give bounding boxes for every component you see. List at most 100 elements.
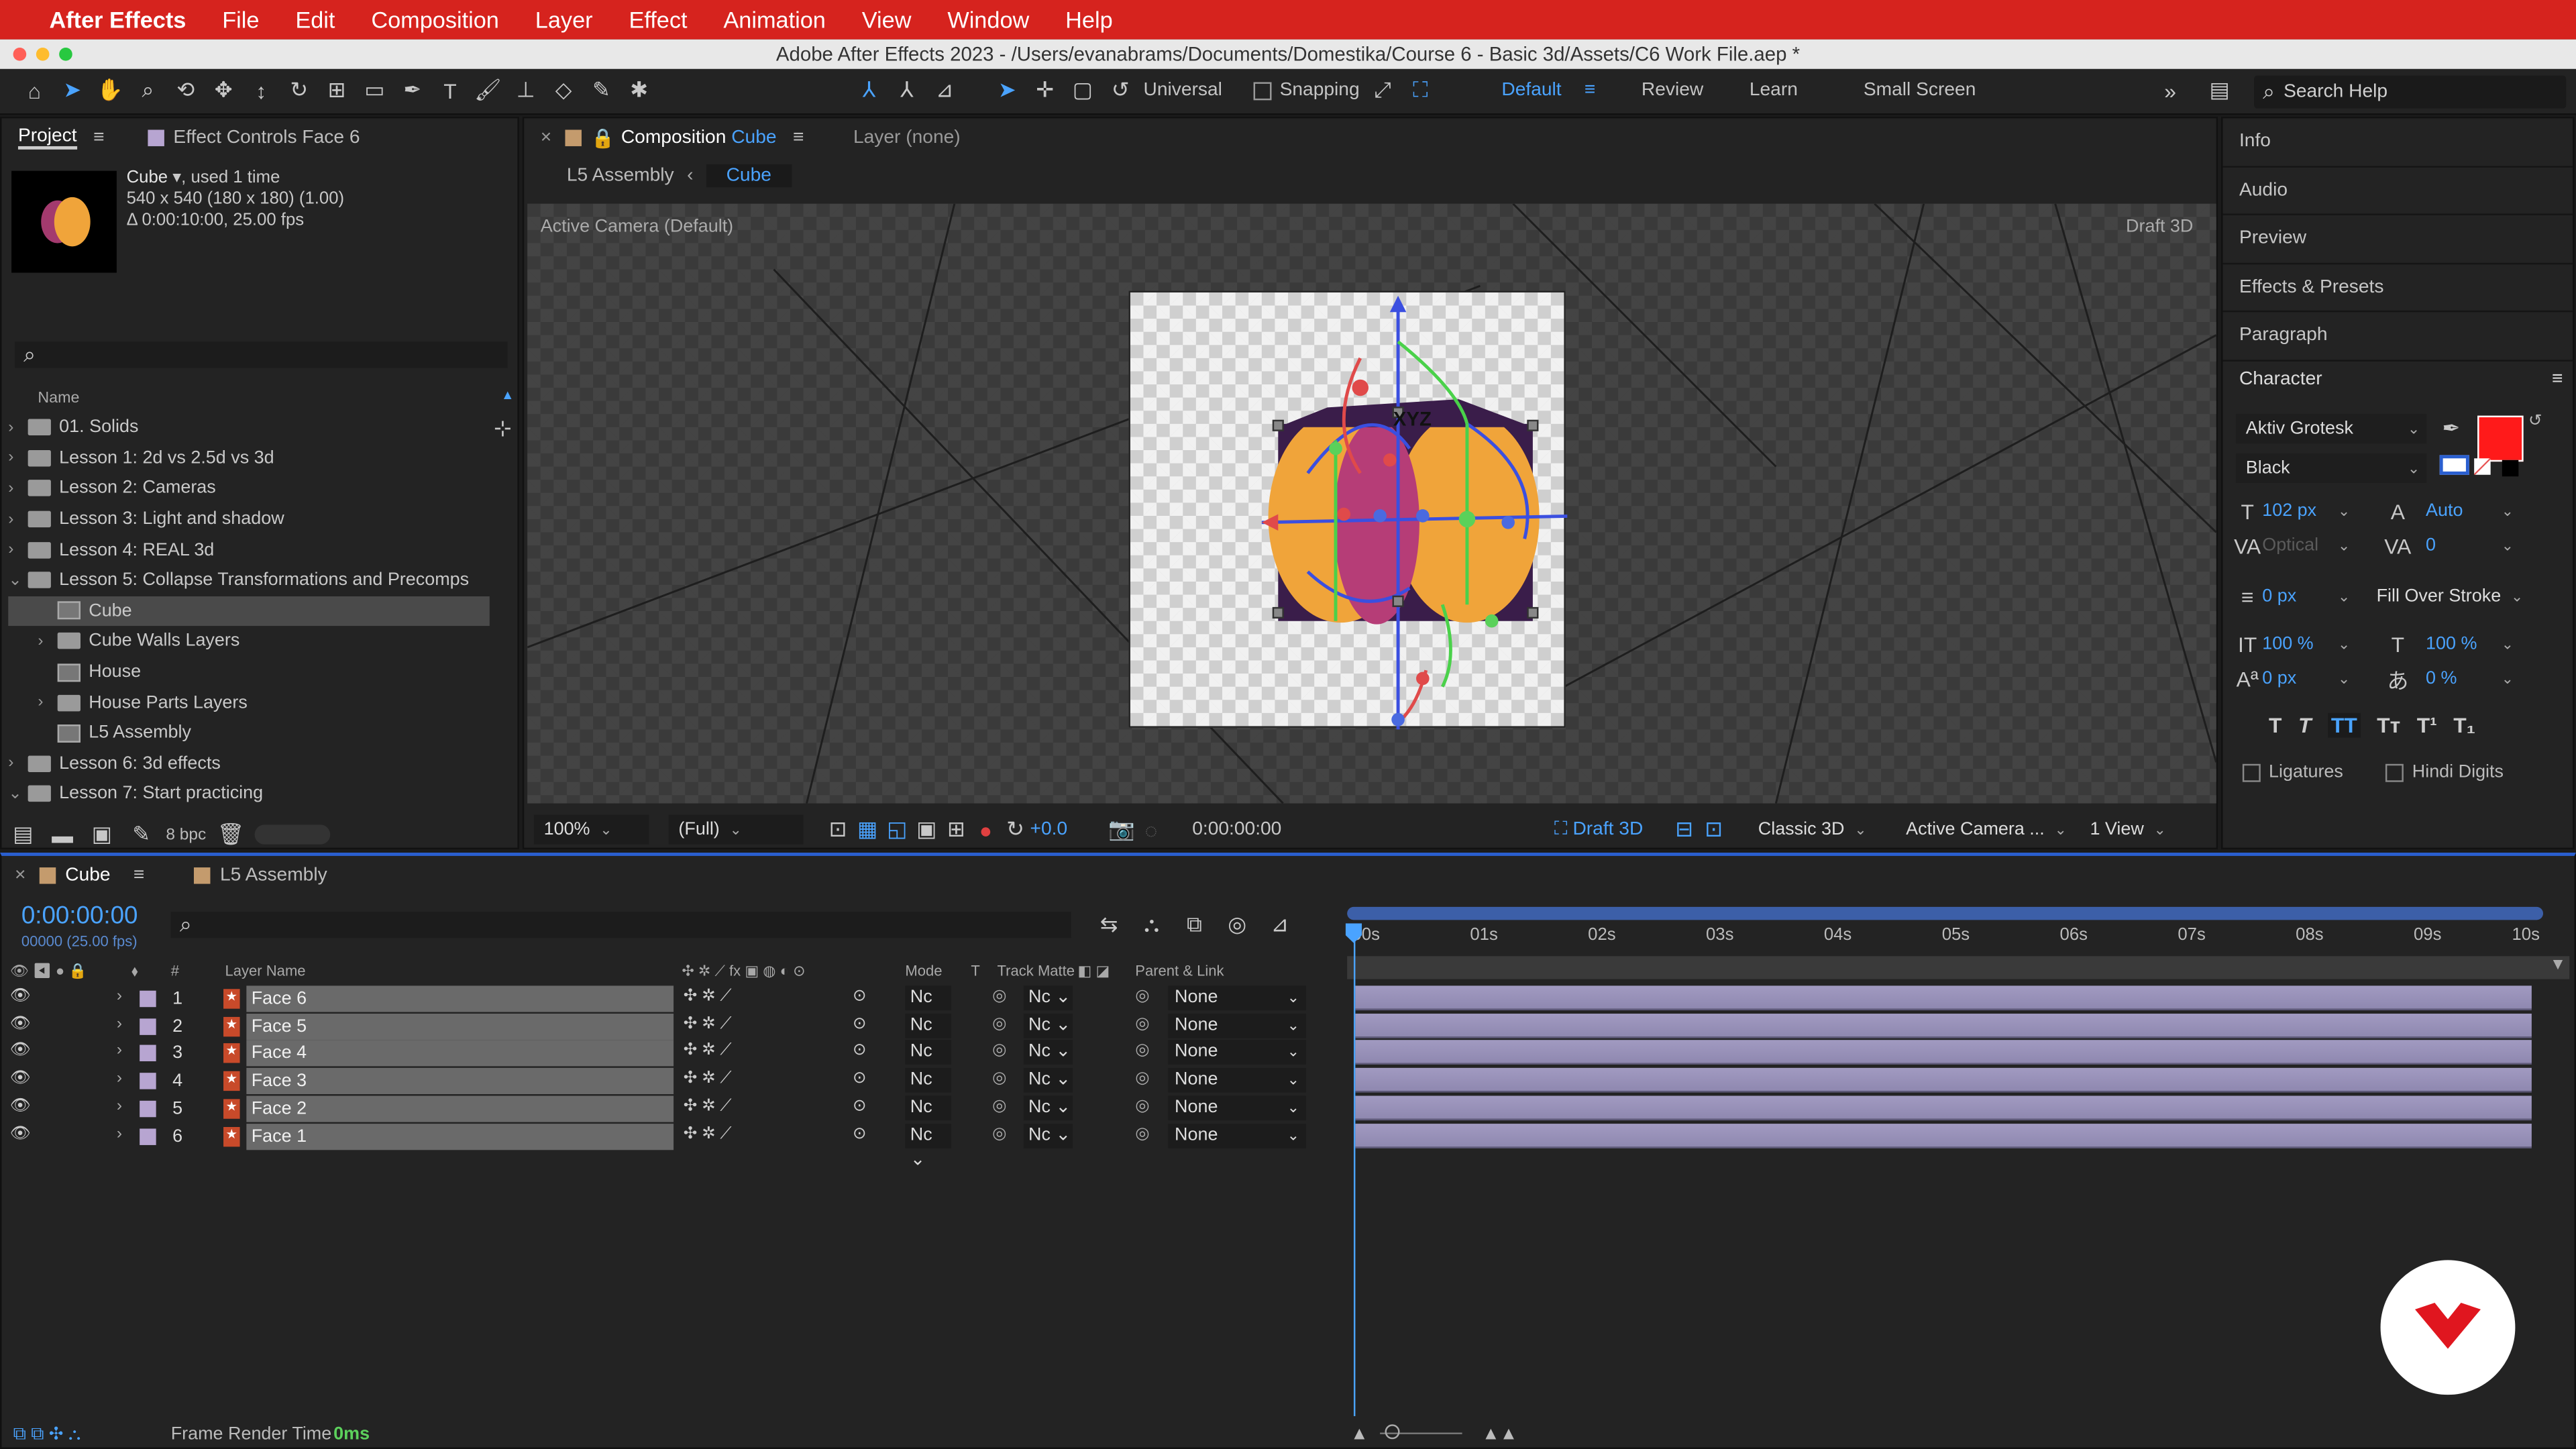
- breadcrumb-cube[interactable]: Cube: [706, 163, 792, 186]
- hindi-digits-checkbox[interactable]: [2385, 763, 2404, 782]
- tsume-value[interactable]: 0 %: [2426, 669, 2491, 688]
- zoom-window-button[interactable]: [59, 48, 72, 61]
- axis-mode-label[interactable]: Universal: [1143, 80, 1222, 100]
- search-help[interactable]: ⌕ Search Help: [2254, 75, 2567, 109]
- reset-exposure-icon[interactable]: ↻: [1000, 815, 1030, 845]
- draft-3d-toggle[interactable]: ⛶ Draft 3D: [1554, 819, 1643, 841]
- snap-mode-icon[interactable]: ⛶: [1405, 76, 1435, 105]
- switches-header-icons[interactable]: ✣ ✲ ⟋ fx ▣ ◍ ◐ ⊙: [682, 962, 805, 980]
- layer-label-color[interactable]: [140, 990, 156, 1008]
- zoom-in-icon[interactable]: ▲▲: [1482, 1424, 1517, 1444]
- eyedropper-icon[interactable]: ✒: [2436, 414, 2466, 443]
- snapshot-icon[interactable]: 📷: [1107, 815, 1136, 845]
- layer-expand-chevron-icon[interactable]: ›: [117, 1015, 122, 1033]
- preserve-transparency-icon[interactable]: ◎: [992, 1097, 1006, 1115]
- world-axis-icon[interactable]: ⅄: [892, 76, 922, 105]
- snapping-label[interactable]: Snapping: [1280, 80, 1360, 100]
- preserve-transparency-icon[interactable]: ◎: [992, 1070, 1006, 1088]
- comp-tab-prefix[interactable]: Composition: [621, 128, 727, 148]
- hide-shy-layers-icon[interactable]: ⧉: [1179, 910, 1209, 940]
- comp-menu-icon[interactable]: ≡: [793, 128, 804, 148]
- layer-row[interactable]: 👁 › 1 ★ Face 6 ✣ ✲ ⟋ ⊙ Nc ⌄ ◎ Nc ⌄ ◎ None⌄: [0, 985, 1339, 1032]
- rotate-tool-icon[interactable]: ↻: [284, 76, 314, 105]
- kerning-value[interactable]: Optical: [2262, 535, 2328, 555]
- layer-name[interactable]: Face 6: [252, 989, 307, 1008]
- work-area-bar[interactable]: [1347, 906, 2544, 920]
- preserve-transparency-icon[interactable]: ◎: [992, 987, 1006, 1006]
- blend-mode-dropdown[interactable]: Nc ⌄: [905, 1122, 951, 1169]
- project-item[interactable]: L5 Assembly: [8, 718, 490, 749]
- subscript-button[interactable]: T₁: [2453, 713, 2475, 738]
- tab-project[interactable]: Project: [17, 127, 77, 150]
- minimize-window-button[interactable]: [36, 48, 50, 61]
- workspace-small-screen[interactable]: Small Screen: [1864, 80, 1976, 100]
- expand-chevron-icon[interactable]: ›: [38, 633, 57, 651]
- blend-mode-dropdown[interactable]: Nc ⌄: [905, 1013, 951, 1059]
- comp-mini-flowchart-icon[interactable]: ⇆: [1094, 910, 1124, 940]
- track-matte-dropdown[interactable]: Nc ⌄: [1023, 985, 1073, 1011]
- panel-effects-presets[interactable]: Effects & Presets: [2222, 264, 2573, 313]
- layer-expand-chevron-icon[interactable]: ›: [117, 1097, 122, 1115]
- layer-duration-bar[interactable]: [1355, 1095, 2532, 1120]
- current-time[interactable]: 0:00:00:00: [21, 902, 138, 930]
- project-search[interactable]: ⌕: [15, 341, 508, 368]
- timeline-tab-cube[interactable]: Cube: [65, 866, 110, 885]
- parent-dropdown[interactable]: None ⌄: [1168, 1068, 1306, 1093]
- menu-animation[interactable]: Animation: [723, 7, 825, 33]
- track-matte-dropdown[interactable]: Nc ⌄: [1023, 1068, 1073, 1093]
- renderer-dropdown[interactable]: Classic 3D ⌄: [1748, 815, 1880, 845]
- timeline-search[interactable]: ⌕: [170, 912, 1071, 938]
- visibility-eye-icon[interactable]: 👁: [10, 987, 31, 1006]
- show-snapshot-icon[interactable]: ◌: [1136, 815, 1166, 845]
- parent-dropdown[interactable]: None ⌄: [1168, 1040, 1306, 1065]
- layer-row[interactable]: 👁 › 5 ★ Face 2 ✣ ✲ ⟋ ⊙ Nc ⌄ ◎ Nc ⌄ ◎ None⌄: [0, 1095, 1339, 1142]
- font-style-dropdown[interactable]: Black ⌄: [2236, 453, 2427, 484]
- layer-name[interactable]: Face 3: [252, 1071, 307, 1091]
- exposure-value[interactable]: +0.0: [1030, 820, 1068, 839]
- visibility-eye-icon[interactable]: 👁: [10, 1042, 31, 1061]
- blend-mode-dropdown[interactable]: Nc ⌄: [905, 985, 951, 1032]
- layer-expand-chevron-icon[interactable]: ›: [117, 1070, 122, 1088]
- new-comp-icon[interactable]: ▣: [87, 820, 117, 849]
- timeline-tab-l5-assembly[interactable]: L5 Assembly: [220, 866, 327, 885]
- av-switches-icons[interactable]: 👁 ◀ ● 🔒: [10, 962, 87, 980]
- puppet-tool-icon[interactable]: ✱: [625, 76, 654, 105]
- brush-tool-icon[interactable]: 🖌: [473, 76, 502, 105]
- expand-chevron-icon[interactable]: ›: [38, 694, 57, 712]
- parent-pickwhip-icon[interactable]: ◎: [1135, 1070, 1149, 1088]
- expand-chevron-icon[interactable]: ⌄: [8, 785, 28, 803]
- layer-label-color[interactable]: [140, 1100, 156, 1117]
- close-comp-icon[interactable]: ×: [541, 128, 551, 148]
- workspace-review[interactable]: Review: [1642, 80, 1703, 100]
- tab-layer[interactable]: Layer (none): [853, 128, 961, 148]
- layer-name-column-header[interactable]: Layer Name: [225, 963, 306, 979]
- 3d-move-icon[interactable]: ✛: [1030, 76, 1060, 105]
- workspace-default[interactable]: Default: [1501, 80, 1561, 100]
- layer-label-color[interactable]: [140, 1128, 156, 1144]
- black-swatch[interactable]: [2502, 460, 2519, 477]
- frame-blending-icon[interactable]: ◎: [1222, 910, 1252, 940]
- mask-visibility-icon[interactable]: ◱: [882, 815, 912, 845]
- draft-3d-timeline-icon[interactable]: ⛬: [1137, 910, 1167, 940]
- parent-dropdown[interactable]: None ⌄: [1168, 1122, 1306, 1148]
- faux-bold-button[interactable]: T: [2269, 713, 2282, 738]
- expand-chevron-icon[interactable]: ›: [8, 511, 28, 529]
- expand-chevron-icon[interactable]: ›: [8, 480, 28, 498]
- all-caps-button[interactable]: TT: [2327, 712, 2361, 738]
- ligatures-checkbox[interactable]: [2242, 763, 2261, 782]
- orbit-camera-icon[interactable]: ⟲: [171, 76, 201, 105]
- pen-tool-icon[interactable]: ✒: [398, 76, 427, 105]
- 3d-layer-icon[interactable]: ⊙: [853, 1097, 867, 1115]
- fill-color-swatch[interactable]: [2477, 415, 2524, 462]
- layer-expand-chevron-icon[interactable]: ›: [117, 1124, 122, 1142]
- project-item[interactable]: Cube: [8, 595, 490, 627]
- character-menu-icon[interactable]: ≡: [2552, 370, 2563, 389]
- close-window-button[interactable]: [13, 48, 27, 61]
- visibility-eye-icon[interactable]: 👁: [10, 1015, 31, 1033]
- font-size-value[interactable]: 102 px: [2262, 501, 2328, 521]
- rectangle-tool-icon[interactable]: ▭: [360, 76, 389, 105]
- layer-name[interactable]: Face 1: [252, 1126, 307, 1146]
- baseline-shift-value[interactable]: 0 px: [2262, 669, 2328, 688]
- project-item[interactable]: › Lesson 4: REAL 3d: [8, 535, 490, 566]
- comp-canvas[interactable]: XYZ: [1128, 290, 1568, 730]
